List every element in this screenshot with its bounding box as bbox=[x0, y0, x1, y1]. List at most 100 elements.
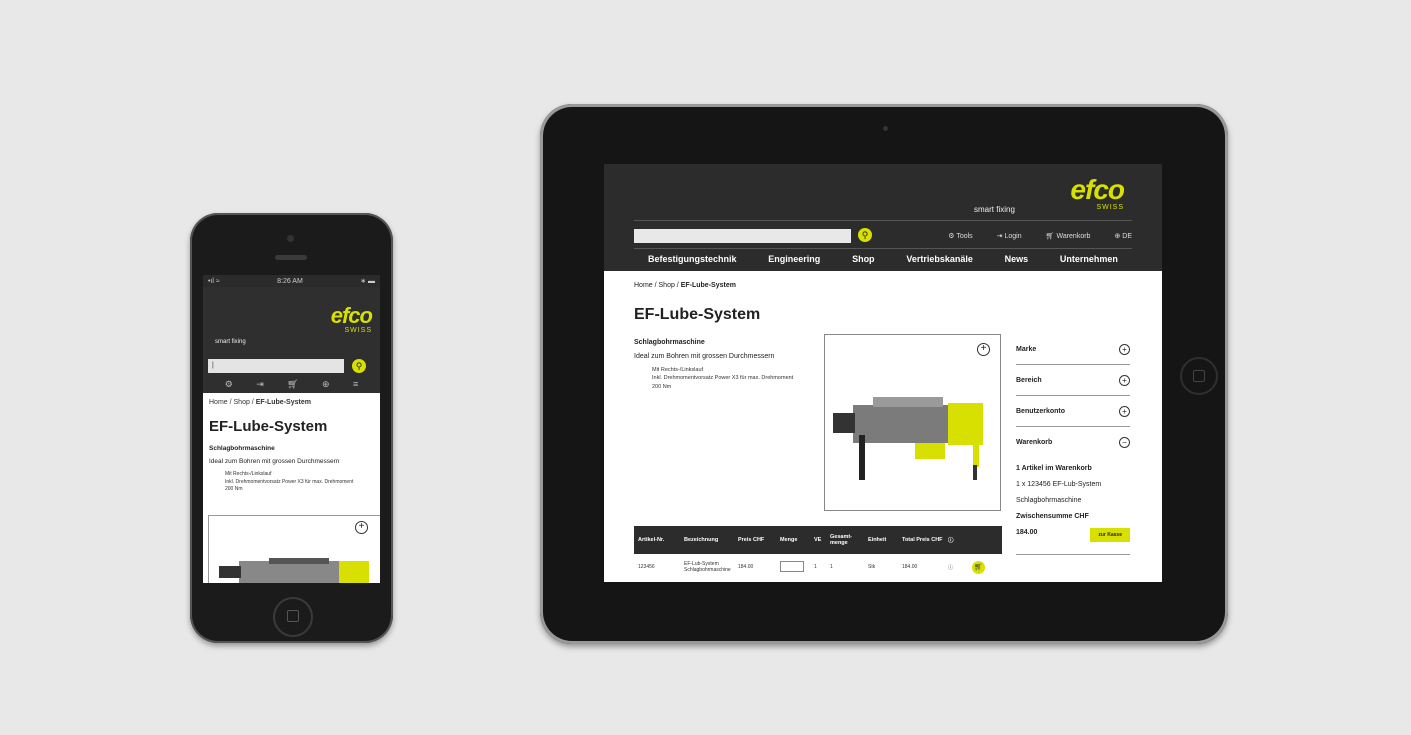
divider bbox=[1016, 554, 1130, 555]
search-icon: ⚲ bbox=[861, 230, 869, 240]
phone-speaker bbox=[275, 255, 307, 260]
phone-screen: •ıl ≈ 8:26 AM ∗ ▬ efco SWISS smart fixin… bbox=[203, 275, 380, 583]
phone-device: •ıl ≈ 8:26 AM ∗ ▬ efco SWISS smart fixin… bbox=[190, 213, 393, 643]
divider bbox=[634, 220, 1132, 221]
table-row: 123456 EF-Lub-System Schlagbohrmaschine … bbox=[634, 554, 1002, 580]
signal-wifi-status: •ıl ≈ bbox=[208, 277, 220, 285]
nav-befestigungstechnik[interactable]: Befestigungstechnik bbox=[648, 254, 737, 264]
logo-text: efco bbox=[1070, 174, 1125, 205]
feature-item: Mit Rechts-/Linkslauf bbox=[652, 367, 704, 373]
search-button[interactable]: ⚲ bbox=[352, 359, 366, 373]
subtotal-label: Zwischensumme CHF bbox=[1016, 513, 1089, 520]
quantity-input[interactable] bbox=[780, 560, 804, 572]
sidebar-benutzerkonto[interactable]: Benutzerkonto + bbox=[1016, 396, 1130, 427]
drill-image bbox=[833, 397, 983, 480]
product-features: Mit Rechts-/Linkslauf Inkl. Drehmomentvo… bbox=[225, 471, 374, 494]
logo-sub: SWISS bbox=[344, 327, 372, 334]
product-description: Ideal zum Bohren mit grossen Durchmesser… bbox=[634, 353, 775, 360]
product-image-box[interactable]: + bbox=[208, 515, 380, 583]
tools-icon[interactable]: ⚙ bbox=[225, 379, 233, 390]
product-image-box[interactable]: + bbox=[824, 334, 1001, 511]
cell-price: 184.00 bbox=[738, 564, 754, 570]
sidebar-bereich[interactable]: Bereich + bbox=[1016, 365, 1130, 396]
language-label: DE bbox=[1122, 233, 1132, 240]
phone-header: efco SWISS smart fixing | ⚲ ⚙ ⇥ 🛒︎ ⊕ ≡ bbox=[203, 287, 380, 393]
nav-engineering[interactable]: Engineering bbox=[768, 254, 820, 264]
tablet-camera bbox=[883, 126, 888, 131]
sidebar-label: Bereich bbox=[1016, 376, 1042, 384]
expand-icon[interactable]: + bbox=[1119, 343, 1130, 355]
logo-sub: SWISS bbox=[1096, 204, 1124, 211]
cart-count: 1 Artikel im Warenkorb bbox=[1016, 465, 1092, 472]
efco-logo[interactable]: efco SWISS bbox=[1070, 174, 1125, 212]
phone-home-button[interactable] bbox=[273, 597, 313, 637]
phone-camera bbox=[287, 235, 294, 242]
sidebar-label: Marke bbox=[1016, 345, 1037, 353]
nav-shop[interactable]: Shop bbox=[852, 254, 875, 264]
logo-text: efco bbox=[330, 303, 373, 328]
globe-icon[interactable]: ⊕ bbox=[322, 379, 330, 390]
tools-label: Tools bbox=[956, 233, 973, 240]
cell-description: EF-Lub-System Schlagbohrmaschine bbox=[684, 561, 731, 573]
feature-item: Inkl. Drehmomentvorsatz Power X3 für max… bbox=[652, 375, 794, 382]
product-subtitle: Schlagbohrmaschine bbox=[634, 339, 705, 346]
col-header: Bezeichnung bbox=[684, 537, 719, 543]
col-header: Artikel-Nr. bbox=[638, 537, 665, 543]
phone-status-bar: •ıl ≈ 8:26 AM ∗ ▬ bbox=[203, 275, 380, 287]
cell-ve: 1 bbox=[814, 564, 817, 570]
nav-unternehmen[interactable]: Unternehmen bbox=[1060, 254, 1118, 264]
breadcrumb: Home / Shop / EF-Lube-System bbox=[209, 399, 374, 406]
login-icon[interactable]: ⇥ bbox=[256, 379, 264, 390]
sidebar-warenkorb[interactable]: Warenkorb − bbox=[1016, 427, 1130, 457]
info-icon[interactable]: ⓘ bbox=[948, 564, 972, 571]
feature-item: Inkl. Drehmomentvorsatz Power X3 für max… bbox=[225, 478, 354, 485]
divider bbox=[634, 248, 1132, 249]
table-header: Artikel-Nr. Bezeichnung Preis CHF Menge … bbox=[634, 526, 1002, 554]
tagline: smart fixing bbox=[215, 339, 246, 345]
status-time: 8:26 AM bbox=[277, 277, 303, 285]
nav-vertriebskanaele[interactable]: Vertriebskanäle bbox=[906, 254, 973, 264]
expand-icon[interactable]: + bbox=[1119, 405, 1130, 417]
cart-label: Warenkorb bbox=[1056, 233, 1091, 240]
nav-news[interactable]: News bbox=[1005, 254, 1029, 264]
tablet-home-button[interactable] bbox=[1180, 357, 1218, 395]
sidebar-marke[interactable]: Marke + bbox=[1016, 334, 1130, 365]
search-input[interactable] bbox=[634, 229, 851, 243]
tablet-screen: efco SWISS smart fixing ⚲ ⚙ Tools ⇥ Logi… bbox=[604, 164, 1162, 582]
search-icon: ⚲ bbox=[355, 361, 363, 371]
cart-link[interactable]: 🛒︎ Warenkorb bbox=[1046, 232, 1091, 240]
article-table: Artikel-Nr. Bezeichnung Preis CHF Menge … bbox=[634, 526, 1002, 580]
tools-link[interactable]: ⚙ Tools bbox=[948, 232, 972, 240]
login-label: Login bbox=[1004, 233, 1022, 240]
expand-icon[interactable]: + bbox=[1119, 374, 1130, 386]
menu-icon[interactable]: ≡ bbox=[353, 379, 358, 390]
cell-total-qty: 1 bbox=[830, 564, 833, 570]
efco-logo[interactable]: efco SWISS bbox=[330, 303, 373, 335]
sidebar-label: Warenkorb bbox=[1016, 438, 1053, 446]
cart-icon: 🛒︎ bbox=[1045, 233, 1057, 240]
login-link[interactable]: ⇥ Login bbox=[997, 232, 1022, 240]
search-input[interactable]: | bbox=[208, 359, 344, 373]
zoom-plus-icon[interactable]: + bbox=[977, 343, 990, 356]
cart-item: 1 x 123456 EF-Lub-System bbox=[1016, 481, 1102, 488]
collapse-icon[interactable]: − bbox=[1119, 436, 1130, 448]
feature-item: 200 Nm bbox=[225, 486, 243, 492]
battery-status: ∗ ▬ bbox=[360, 278, 375, 285]
phone-icon-bar: ⚙ ⇥ 🛒︎ ⊕ ≡ bbox=[203, 379, 380, 390]
product-subtitle: Schlagbohrmaschine bbox=[209, 445, 275, 452]
add-to-cart-icon[interactable]: 🛒︎ bbox=[972, 560, 985, 574]
checkout-button[interactable]: zur Kasse bbox=[1090, 528, 1130, 542]
sidebar: Marke + Bereich + Benutzerkonto + Warenkorb… bbox=[1016, 334, 1130, 555]
search-button[interactable]: ⚲ bbox=[858, 228, 872, 242]
main-nav: Befestigungstechnik Engineering Shop Ver… bbox=[634, 254, 1132, 264]
language-link[interactable]: ⊕ DE bbox=[1114, 232, 1132, 240]
subtotal-value: 184.00 bbox=[1016, 529, 1038, 536]
breadcrumb-path[interactable]: Home / Shop / bbox=[634, 282, 681, 289]
sidebar-label: Benutzerkonto bbox=[1016, 407, 1065, 415]
breadcrumb-path[interactable]: Home / Shop / bbox=[209, 399, 256, 406]
col-header: Menge bbox=[780, 537, 798, 543]
product-features: Mit Rechts-/Linkslauf Inkl. Drehmomentvo… bbox=[652, 366, 793, 391]
breadcrumb-current: EF-Lube-System bbox=[680, 282, 736, 289]
cart-icon[interactable]: 🛒︎ bbox=[287, 379, 298, 390]
phone-content: Home / Shop / EF-Lube-System EF-Lube-Sys… bbox=[203, 393, 380, 500]
